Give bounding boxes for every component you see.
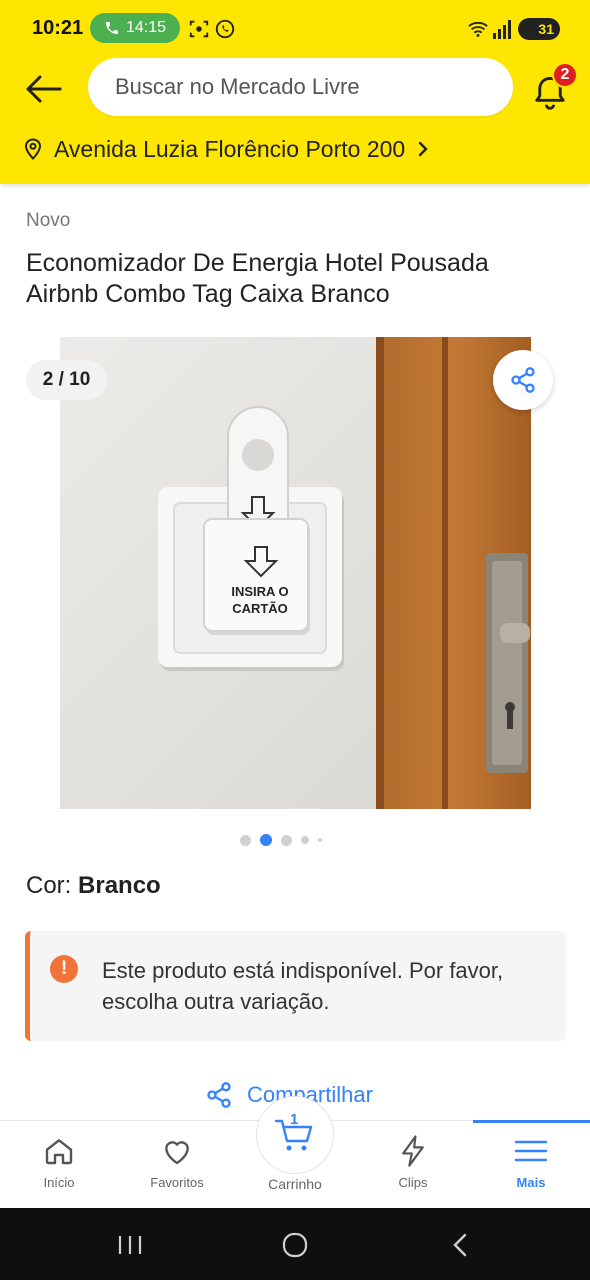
search-input[interactable] [88,58,513,116]
unavailable-alert: ! Este produto está indisponível. Por fa… [25,931,566,1041]
system-navigation-bar [0,1208,590,1280]
app-header: 10:21 14:15 31 2 Avenida Luzia Florêncio… [0,0,590,184]
product-title: Economizador De Energia Hotel Pousada Ai… [26,249,489,308]
heart-icon [165,1141,189,1165]
alert-exclamation-icon: ! [50,955,78,983]
nav-label: Início [43,1175,75,1190]
phone-icon [105,22,118,34]
color-value: Branco [78,872,161,899]
nav-label: Mais [516,1175,546,1190]
status-time: 10:21 [32,17,84,39]
lightning-icon [402,1135,424,1167]
recent-apps-icon [118,1236,142,1254]
bottom-navigation: Início Favoritos 1 Carrinho Clips Mais [0,1096,590,1209]
pagination-dot[interactable] [301,836,309,844]
recent-apps-button[interactable] [110,1230,150,1260]
share-icon [511,367,535,393]
nav-item-clips[interactable]: Clips [354,1121,472,1209]
notifications-badge: 2 [552,62,578,88]
signal-icon [493,20,511,39]
alert-message: Este produto está indisponível. Por favo… [102,958,504,1014]
battery-indicator: 31 [518,18,560,40]
home-circle-icon [282,1232,308,1258]
menu-icon [514,1140,548,1162]
share-icon [207,1082,231,1108]
nav-label: Carrinho [268,1176,322,1192]
address-text: Avenida Luzia Florêncio Porto 200 [54,135,406,162]
nav-label: Clips [398,1175,428,1190]
chevron-right-icon [419,141,428,157]
product-photo: INSIRA O CARTÃO [60,337,531,809]
nav-label: Favoritos [150,1175,204,1190]
whatsapp-icon [215,19,235,39]
status-bar: 10:21 14:15 31 [0,8,590,48]
cart-count-badge: 1 [290,1111,299,1128]
home-icon [45,1139,73,1165]
gallery-pagination [240,832,322,848]
pagination-dot[interactable] [318,838,322,842]
search-bar[interactable] [88,58,513,116]
nav-item-favorites[interactable]: Favoritos [118,1121,236,1209]
delivery-address[interactable]: Avenida Luzia Florêncio Porto 200 [24,132,429,166]
wifi-icon [468,21,488,37]
home-system-button[interactable] [275,1230,315,1260]
location-pin-icon [24,138,42,160]
pagination-dot[interactable] [281,834,292,846]
color-selection: Cor: Branco [26,872,161,900]
back-system-button[interactable] [440,1230,480,1260]
pagination-dot[interactable] [240,834,251,846]
nav-item-more[interactable]: Mais [472,1121,590,1209]
product-image-gallery[interactable]: INSIRA O CARTÃO [60,337,531,809]
chevron-left-icon [453,1233,467,1257]
share-image-button[interactable] [493,350,553,410]
pagination-dot-active[interactable] [260,834,272,846]
ongoing-call-pill[interactable]: 14:15 [90,13,180,43]
screen-record-icon [189,20,209,38]
image-caption-line-2: CARTÃO [232,601,288,616]
product-condition: Novo [26,210,71,231]
call-duration: 14:15 [125,19,167,36]
color-label: Cor: [26,872,79,899]
back-button[interactable] [22,68,64,110]
image-caption-line-1: INSIRA O [231,584,288,599]
gallery-counter: 2 / 10 [26,360,107,400]
notifications-button[interactable]: 2 [530,62,578,112]
arrow-left-icon [26,75,62,103]
nav-item-home[interactable]: Início [0,1121,118,1209]
nav-item-cart[interactable]: 1 [256,1096,334,1174]
